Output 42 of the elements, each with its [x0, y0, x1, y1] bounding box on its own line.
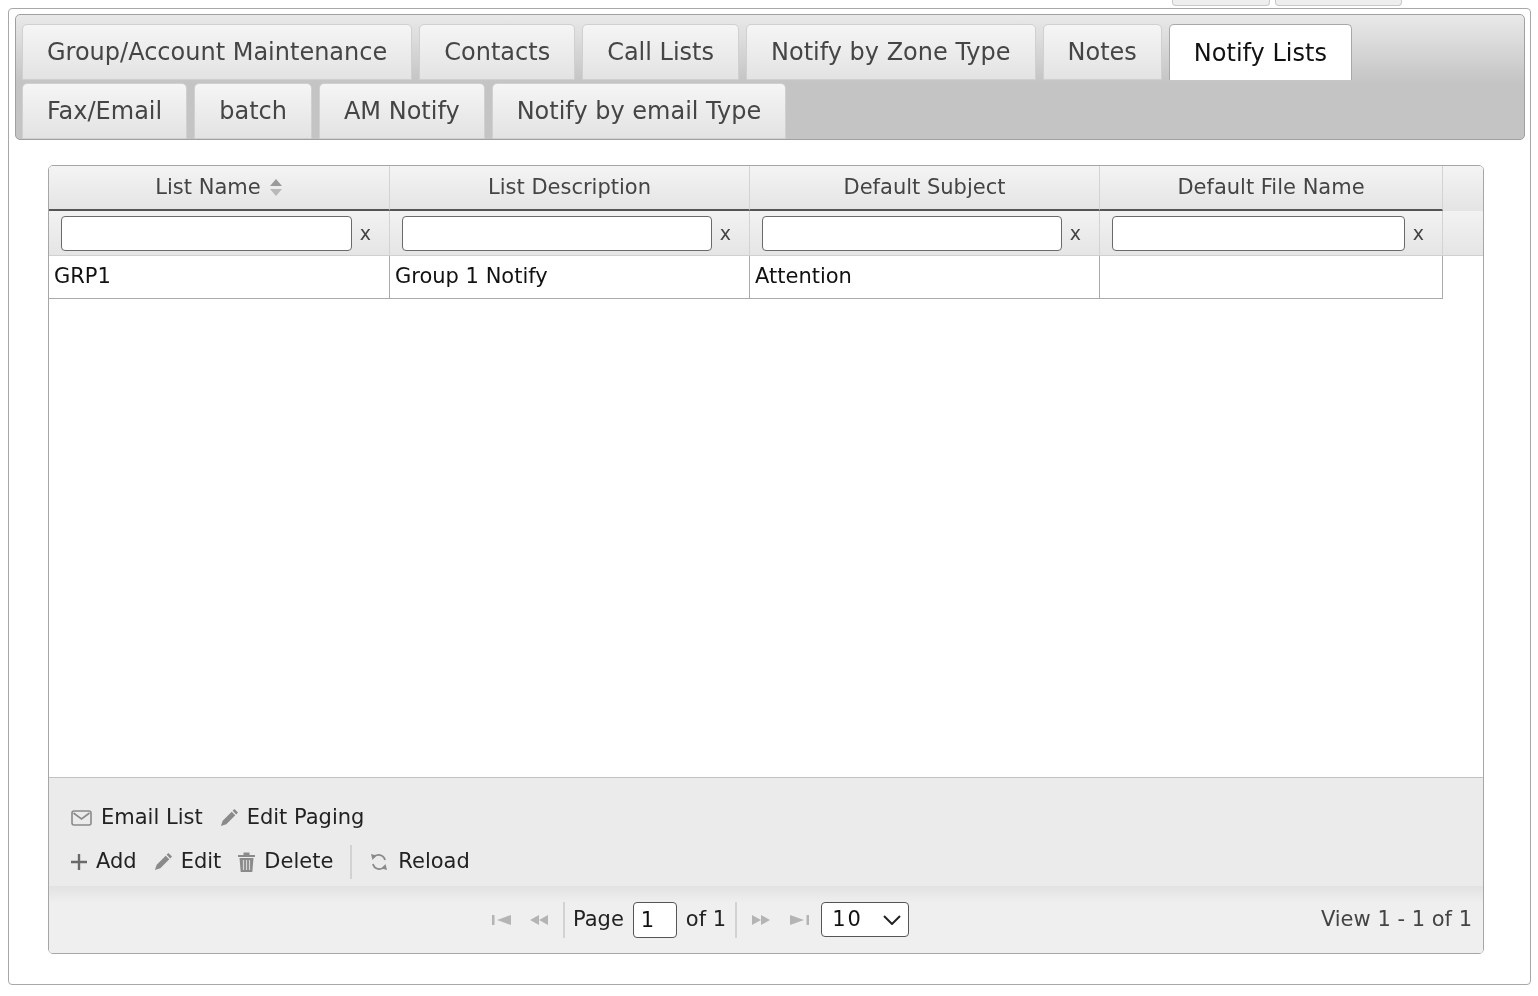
tab[interactable]: Notify Lists — [1168, 24, 1352, 80]
chevron-down-icon — [883, 914, 902, 925]
tab[interactable]: AM Notify — [318, 83, 485, 139]
table-cell: Group 1 Notify — [390, 256, 750, 299]
page-size-select[interactable]: 10 — [821, 902, 910, 937]
filter-field[interactable] — [402, 215, 712, 251]
edit-button[interactable]: Edit — [151, 846, 224, 878]
filter-field[interactable] — [1112, 215, 1405, 251]
record-count: View 1 - 1 of 1 — [1320, 905, 1472, 933]
page-label: Page — [573, 905, 624, 933]
add-button[interactable]: Add — [69, 846, 139, 878]
partial-button[interactable] — [1275, 0, 1402, 6]
tab[interactable]: Notify by Zone Type — [746, 24, 1036, 80]
page-count: of 1 — [685, 905, 727, 933]
edit-button[interactable]: Edit Paging — [217, 802, 367, 834]
tab[interactable]: Group/Account Maintenance — [22, 24, 413, 80]
filter-field[interactable] — [762, 215, 1062, 251]
tab[interactable]: Call Lists — [582, 24, 740, 80]
clear-filter-button[interactable]: x — [359, 223, 371, 243]
table-cell: Attention — [750, 256, 1100, 299]
email-button[interactable]: Email List — [69, 802, 205, 834]
delete-button[interactable]: Delete — [236, 846, 336, 878]
filter-field[interactable] — [61, 215, 352, 251]
clear-filter-button[interactable]: x — [1069, 223, 1081, 243]
clear-filter-button[interactable]: x — [1412, 223, 1424, 243]
page-number-field[interactable]: 1 — [632, 901, 677, 938]
reload-button[interactable]: Reload — [367, 846, 472, 878]
trash-icon — [238, 852, 256, 872]
pencil-icon — [219, 809, 238, 827]
tab[interactable]: Fax/Email — [22, 83, 188, 139]
partial-button[interactable] — [1172, 0, 1270, 6]
tab[interactable]: Notes — [1042, 24, 1162, 80]
plus-icon — [71, 854, 87, 870]
tab[interactable]: Notify by email Type — [491, 83, 787, 139]
tab[interactable]: Contacts — [419, 24, 576, 80]
envelope-icon — [71, 810, 92, 826]
table-cell: GRP1 — [49, 256, 390, 299]
refresh-icon — [369, 852, 390, 872]
pencil-icon — [153, 853, 172, 871]
tab[interactable]: batch — [194, 83, 312, 139]
clear-filter-button[interactable]: x — [719, 223, 731, 243]
sort-icon — [268, 177, 283, 198]
